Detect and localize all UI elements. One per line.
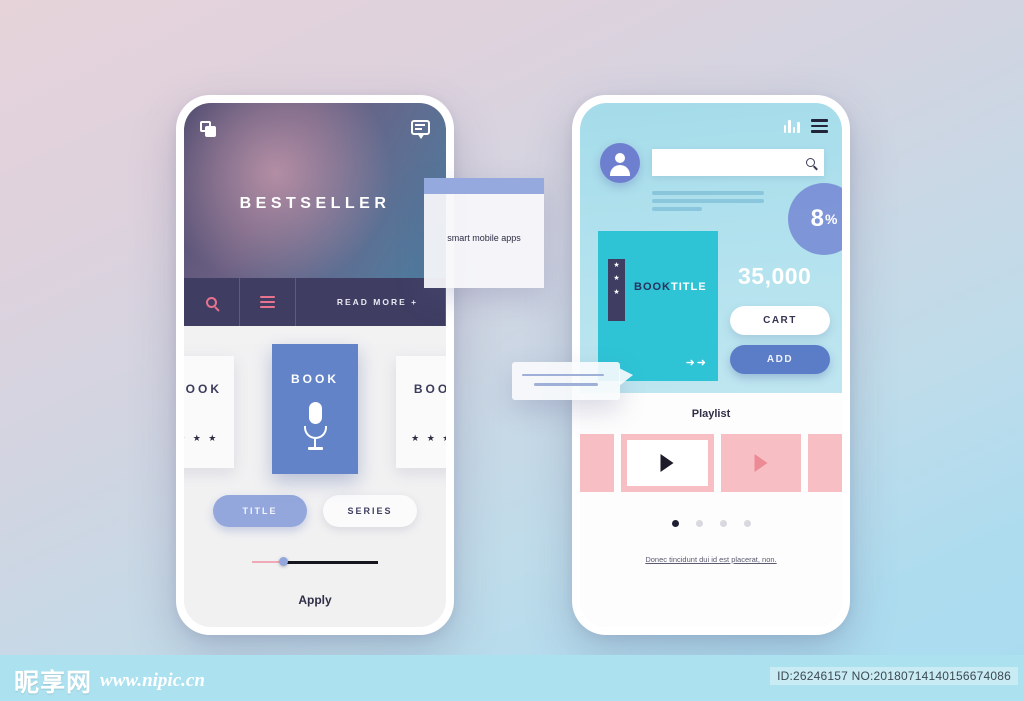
watermark-logo: 昵享网 www.nipic.cn: [14, 663, 205, 699]
play-icon: [660, 454, 674, 472]
slider-handle[interactable]: [279, 557, 288, 566]
phone2-header-area: 8 % ★ ★ ★ BOOKTITLE ➜➜ 35,000 CART ADD: [580, 103, 842, 393]
menu-button[interactable]: [240, 278, 296, 326]
bubble-line: [534, 383, 598, 386]
chat-bubble-icon[interactable]: [411, 120, 430, 139]
ribbon-stars: ★ ★ ★: [608, 259, 625, 321]
search-input[interactable]: [652, 149, 824, 176]
watermark-bar: 昵享网 www.nipic.cn ID:26246157 NO:20180714…: [0, 655, 1024, 701]
book-carousel: BOOK ★ ★ ★ BOOK BOO ★ ★ ★: [184, 344, 446, 479]
discount-value: 8: [810, 205, 824, 232]
floating-card-smart-apps: smart mobile apps: [424, 178, 544, 288]
cart-button[interactable]: CART: [730, 306, 830, 335]
hero-banner: BESTSELLER: [184, 103, 446, 278]
bubble-line: [522, 374, 604, 377]
search-icon: [206, 296, 217, 308]
book-title-dark: BOOK: [634, 281, 671, 293]
filter-pills: TITLE SERIES: [184, 495, 446, 527]
playlist-section: Playlist Donec tincidunt dui id est plac…: [580, 393, 842, 627]
user-avatar-icon[interactable]: [600, 143, 640, 183]
pagination-dot-active[interactable]: [671, 520, 679, 527]
card-header-bar: [424, 178, 544, 194]
phone1-body: BOOK ★ ★ ★ BOOK BOO ★ ★ ★ TITLE SERIES: [184, 344, 446, 627]
playlist-item[interactable]: [808, 434, 842, 492]
apply-button[interactable]: Apply: [184, 593, 446, 607]
discount-unit: %: [824, 211, 838, 227]
filter-pill-series[interactable]: SERIES: [323, 495, 417, 527]
book-title: BOOKTITLE: [634, 281, 707, 293]
action-buttons: CART ADD: [730, 306, 830, 384]
watermark-logo-text: 昵享网: [14, 668, 93, 697]
pagination-dot[interactable]: [695, 520, 703, 527]
playlist-item-active[interactable]: [621, 434, 714, 492]
search-button[interactable]: [184, 278, 240, 326]
phone-mockup-left: BESTSELLER READ MORE + BOOK ★ ★ ★ BOOK: [176, 95, 454, 635]
playlist-row: [580, 434, 842, 492]
floating-speech-bubble: [512, 362, 633, 400]
book-card-left[interactable]: BOOK ★ ★ ★: [184, 356, 234, 468]
filter-pill-title[interactable]: TITLE: [213, 495, 307, 527]
pagination-dots: [580, 520, 842, 527]
book-label: BOO: [413, 382, 446, 396]
playlist-item[interactable]: [580, 434, 614, 492]
hamburger-menu-icon[interactable]: [811, 119, 828, 133]
add-button[interactable]: ADD: [730, 345, 830, 374]
forward-arrows-icon[interactable]: ➜➜: [686, 356, 708, 369]
bar-chart-icon[interactable]: [783, 119, 800, 133]
card-text: smart mobile apps: [447, 233, 521, 243]
book-cover[interactable]: ★ ★ ★ BOOKTITLE ➜➜: [598, 231, 718, 381]
rating-stars: ★ ★ ★: [411, 433, 446, 443]
book-title-light: TITLE: [671, 281, 707, 293]
book-label: BOOK: [291, 372, 339, 386]
hamburger-menu-icon: [260, 296, 275, 308]
book-card-center[interactable]: BOOK: [272, 344, 358, 474]
watermark-url: www.nipic.cn: [100, 670, 205, 691]
play-icon: [754, 454, 768, 472]
rating-stars: ★ ★ ★: [184, 433, 219, 443]
watermark-id: ID:26246157 NO:20180714140156674086: [770, 667, 1018, 685]
book-card-right[interactable]: BOO ★ ★ ★: [396, 356, 446, 468]
range-slider[interactable]: [252, 557, 378, 567]
hero-title: BESTSELLER: [239, 195, 391, 212]
copy-icon[interactable]: [200, 121, 217, 138]
slider-track-empty: [284, 561, 378, 564]
phone1-navbar: READ MORE +: [184, 278, 446, 326]
text-placeholder-lines: [652, 191, 764, 215]
book-label: BOOK: [184, 382, 222, 396]
discount-badge: 8 %: [788, 183, 842, 255]
header-icons: [783, 119, 828, 133]
price-label: 35,000: [738, 263, 812, 289]
search-icon: [806, 158, 815, 167]
pagination-dot[interactable]: [743, 520, 751, 527]
microphone-icon: [298, 402, 332, 450]
playlist-item[interactable]: [720, 434, 801, 492]
phone1-screen: BESTSELLER READ MORE + BOOK ★ ★ ★ BOOK: [184, 103, 446, 627]
pagination-dot[interactable]: [719, 520, 727, 527]
footer-link[interactable]: Donec tincidunt dui id est placerat, non…: [580, 555, 842, 564]
